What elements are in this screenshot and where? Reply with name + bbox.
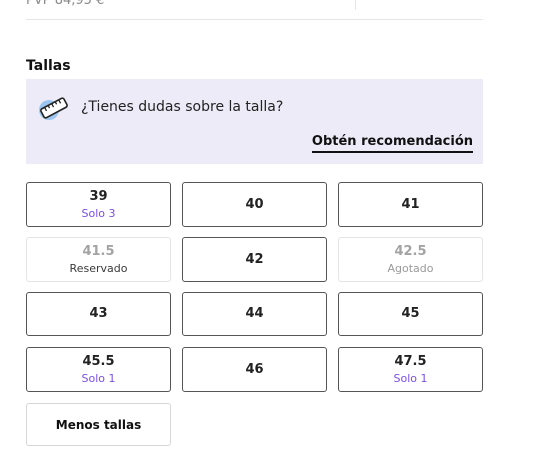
size-value: 39 <box>89 188 108 204</box>
size-value: 45.5 <box>82 353 115 369</box>
size-option[interactable]: 47.5 Solo 1 <box>338 347 483 392</box>
size-stock-note: Solo 3 <box>81 206 116 220</box>
size-value: 43 <box>89 306 108 321</box>
size-value: 45 <box>401 306 420 321</box>
measuring-tape-icon <box>39 97 68 120</box>
size-stock-note: Reservado <box>69 261 128 275</box>
sizes-title: Tallas <box>26 58 71 74</box>
size-stock-note: Solo 1 <box>393 371 428 385</box>
size-value: 41 <box>401 196 420 212</box>
size-option[interactable]: 45.5 Solo 1 <box>26 347 171 392</box>
size-value: 42.5 <box>394 243 427 259</box>
size-option[interactable]: 44 <box>182 292 327 336</box>
size-option[interactable]: 43 <box>26 292 171 336</box>
size-value: 46 <box>245 361 264 377</box>
size-option[interactable]: 41 <box>338 182 483 227</box>
size-option-unavailable: 41.5 Reservado <box>26 237 171 282</box>
divider <box>355 0 356 10</box>
price-strip: PVP 84,95 € <box>26 0 483 20</box>
size-value: 42 <box>245 251 264 267</box>
size-help-box: ¿Tienes dudas sobre la talla? Obtén reco… <box>26 79 483 164</box>
size-option[interactable]: 45 <box>338 292 483 336</box>
size-help-question: ¿Tienes dudas sobre la talla? <box>81 99 284 115</box>
size-value: 40 <box>245 196 264 212</box>
size-stock-note: Agotado <box>387 261 434 275</box>
size-option-unavailable: 42.5 Agotado <box>338 237 483 282</box>
price-label: PVP 84,95 € <box>26 0 105 8</box>
size-value: 44 <box>245 306 264 321</box>
size-option[interactable]: 39 Solo 3 <box>26 182 171 227</box>
size-value: 47.5 <box>394 353 427 369</box>
get-recommendation-link[interactable]: Obtén recomendación <box>311 134 473 153</box>
size-option[interactable]: 42 <box>182 237 327 282</box>
size-value: 41.5 <box>82 243 115 259</box>
size-stock-note: Solo 1 <box>81 371 116 385</box>
less-sizes-button[interactable]: Menos tallas <box>26 403 171 446</box>
size-option[interactable]: 40 <box>182 182 327 227</box>
size-option[interactable]: 46 <box>182 347 327 392</box>
